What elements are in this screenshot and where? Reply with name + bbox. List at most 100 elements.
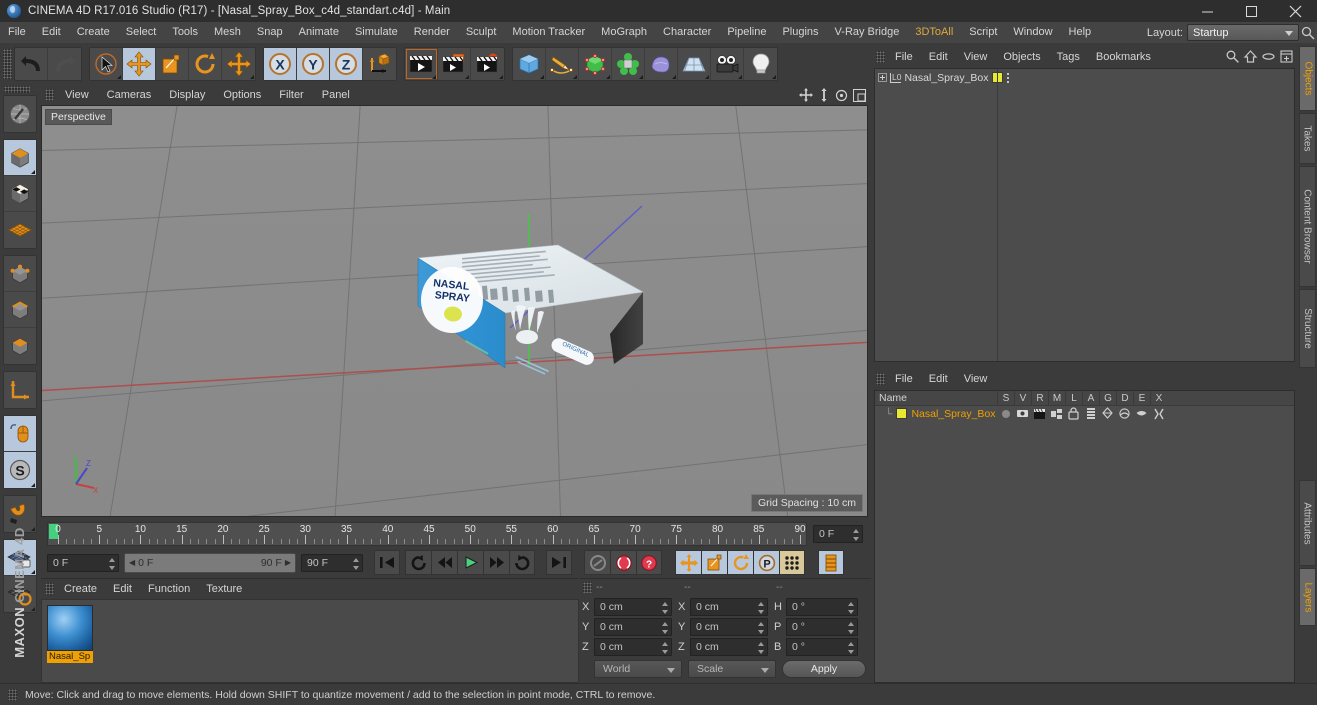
layer-animation-cell[interactable] [1082, 408, 1099, 419]
move-tool[interactable] [123, 48, 156, 80]
rotation-h-field[interactable]: 0 ° [786, 598, 858, 616]
add-cube-object[interactable] [513, 48, 546, 80]
menu-file[interactable]: File [0, 22, 34, 43]
layer-color-swatch[interactable] [896, 408, 908, 419]
preview-range-bar[interactable]: ◀ 0 F 90 F ▶ [124, 552, 296, 573]
toolbar-grip[interactable] [3, 49, 12, 79]
pan-viewport-icon[interactable] [799, 88, 813, 102]
texture-mode[interactable] [4, 176, 36, 212]
position-x-field[interactable]: 0 cm [594, 598, 672, 616]
material-thumbnail[interactable] [47, 605, 93, 651]
menu-select[interactable]: Select [118, 22, 165, 43]
add-deformer[interactable] [645, 48, 678, 80]
object-menu-tags[interactable]: Tags [1049, 46, 1088, 68]
model-mode[interactable] [4, 140, 36, 176]
layer-column-a[interactable]: A [1082, 391, 1099, 406]
render-settings[interactable] [471, 48, 504, 80]
layer-visible-cell[interactable] [1014, 409, 1031, 418]
start-frame-spinner[interactable] [108, 557, 115, 570]
material-manager-body[interactable]: Nasal_Sp [41, 599, 579, 683]
expand-icon[interactable] [878, 73, 887, 82]
rotation-p-spinner[interactable] [847, 622, 854, 634]
rotate-tool[interactable] [189, 48, 222, 80]
layer-expression-cell[interactable] [1133, 410, 1150, 418]
menu-plugins[interactable]: Plugins [774, 22, 826, 43]
layer-xref-cell[interactable] [1150, 408, 1167, 419]
layer-menu-view[interactable]: View [956, 368, 996, 390]
menu-tools[interactable]: Tools [164, 22, 206, 43]
layout-dropdown[interactable]: Startup [1187, 24, 1299, 41]
parameter-key-toggle[interactable]: P [753, 550, 779, 575]
position-z-field[interactable]: 0 cm [594, 638, 672, 656]
layer-column-name[interactable]: Name [875, 392, 997, 404]
viewport-menu-panel[interactable]: Panel [313, 85, 359, 105]
menu-sculpt[interactable]: Sculpt [458, 22, 505, 43]
menu-render[interactable]: Render [406, 22, 458, 43]
material-menu-edit[interactable]: Edit [105, 579, 140, 599]
menu-mograph[interactable]: MoGraph [593, 22, 655, 43]
size-x-spinner[interactable] [757, 602, 764, 614]
world-object-coordinates[interactable] [363, 48, 396, 80]
position-key-toggle[interactable] [675, 550, 701, 575]
play-button[interactable] [457, 550, 483, 575]
render-view[interactable] [405, 48, 438, 80]
material-manager-grip[interactable] [45, 583, 54, 595]
autokey-button[interactable] [584, 550, 610, 575]
polygon-mode[interactable] [4, 328, 36, 364]
layer-column-d[interactable]: D [1116, 391, 1133, 406]
layer-menu-edit[interactable]: Edit [921, 368, 956, 390]
lock-x-axis[interactable]: X [264, 48, 297, 80]
current-frame-field[interactable]: 0 F [813, 525, 863, 543]
layer-column-g[interactable]: G [1099, 391, 1116, 406]
size-y-spinner[interactable] [757, 622, 764, 634]
menu-character[interactable]: Character [655, 22, 719, 43]
end-frame-spinner[interactable] [352, 557, 359, 570]
material-menu-create[interactable]: Create [56, 579, 105, 599]
scale-tool[interactable] [156, 48, 189, 80]
object-menu-edit[interactable]: Edit [921, 46, 956, 68]
maximize-icon[interactable] [1229, 0, 1273, 22]
move-duplicate-tool[interactable] [222, 48, 255, 80]
ellipse-icon[interactable] [1262, 50, 1275, 63]
play-back-loop-button[interactable] [405, 550, 431, 575]
vertical-tab-content-browser[interactable]: Content Browser [1299, 166, 1316, 287]
make-editable-button[interactable] [4, 96, 36, 132]
left-toolbar-grip[interactable] [4, 86, 30, 93]
loop-forward-button[interactable] [509, 550, 535, 575]
transform-mode-dropdown[interactable]: Scale [688, 660, 776, 678]
vertical-tab-attributes[interactable]: Attributes [1299, 480, 1316, 566]
menu-simulate[interactable]: Simulate [347, 22, 406, 43]
step-back-button[interactable] [431, 550, 457, 575]
material-item[interactable]: Nasal_Sp [47, 605, 93, 663]
add-mograph[interactable] [612, 48, 645, 80]
menu-window[interactable]: Window [1005, 22, 1060, 43]
enable-snapping[interactable]: S [4, 452, 36, 488]
position-y-field[interactable]: 0 cm [594, 618, 672, 636]
pla-key-toggle[interactable] [779, 550, 805, 575]
vertical-tab-objects[interactable]: Objects [1299, 46, 1316, 111]
rotation-h-spinner[interactable] [847, 602, 854, 614]
layer-column-m[interactable]: M [1048, 391, 1065, 406]
viewport-menu-options[interactable]: Options [214, 85, 270, 105]
record-active-objects-button[interactable] [610, 550, 636, 575]
layer-menu-file[interactable]: File [887, 368, 921, 390]
rotation-b-spinner[interactable] [847, 642, 854, 654]
position-z-spinner[interactable] [661, 642, 668, 654]
start-frame-field[interactable]: 0 F [47, 553, 119, 572]
layer-manager-grip[interactable] [876, 373, 885, 385]
layer-column-v[interactable]: V [1014, 391, 1031, 406]
layer-manager-body[interactable]: Name S V R M L A G D E X └ Nasal_Spray_Box [874, 390, 1295, 683]
menu-pipeline[interactable]: Pipeline [719, 22, 774, 43]
scale-key-toggle[interactable] [701, 550, 727, 575]
record-button[interactable]: ? [636, 550, 662, 575]
minimize-icon[interactable] [1185, 0, 1229, 22]
object-name[interactable]: Nasal_Spray_Box [904, 72, 988, 84]
object-menu-objects[interactable]: Objects [995, 46, 1048, 68]
home-arrow-icon[interactable] [1243, 50, 1258, 63]
layer-solo-cell[interactable] [997, 409, 1014, 419]
menu-snap[interactable]: Snap [249, 22, 291, 43]
object-tree-row[interactable]: L0 Nasal_Spray_Box [875, 69, 1294, 86]
add-spline[interactable] [546, 48, 579, 80]
coordinate-system-dropdown[interactable]: World [594, 660, 682, 678]
layer-row[interactable]: └ Nasal_Spray_Box [875, 406, 1294, 421]
